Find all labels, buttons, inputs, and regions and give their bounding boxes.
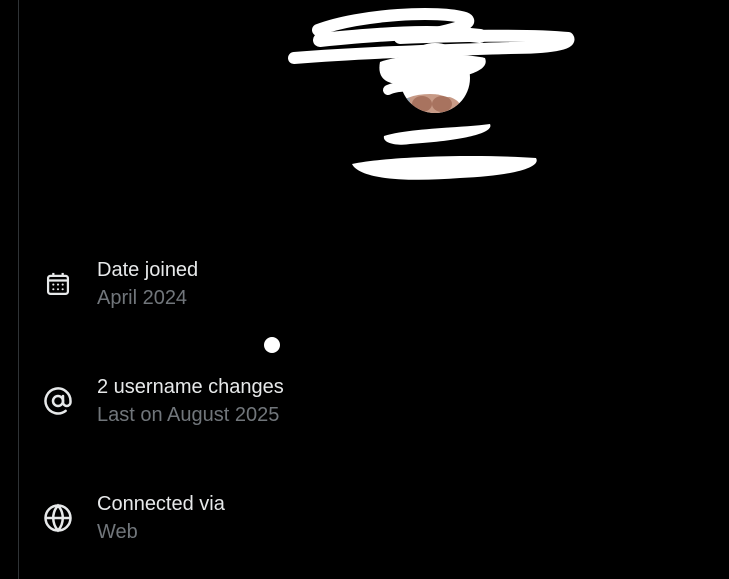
date-joined-value: April 2024 bbox=[97, 287, 188, 309]
connected-via-value: Web bbox=[97, 521, 138, 543]
globe-icon bbox=[40, 500, 76, 536]
connected-via-label: Connected via bbox=[97, 493, 225, 515]
connected-via-row: Connected via Web bbox=[40, 490, 700, 546]
redaction-scribble bbox=[288, 8, 575, 180]
left-border bbox=[18, 0, 19, 579]
cursor-dot bbox=[264, 337, 280, 353]
profile-header-redacted bbox=[280, 0, 580, 200]
username-changes-value: Last on August 2025 bbox=[97, 404, 280, 426]
calendar-icon bbox=[40, 266, 76, 302]
username-changes-label: 2 username changes bbox=[97, 376, 284, 398]
date-joined-label: Date joined bbox=[97, 259, 199, 281]
at-sign-icon bbox=[40, 383, 76, 419]
date-joined-row: Date joined April 2024 bbox=[40, 256, 700, 312]
username-changes-row: 2 username changes Last on August 2025 bbox=[40, 373, 700, 429]
